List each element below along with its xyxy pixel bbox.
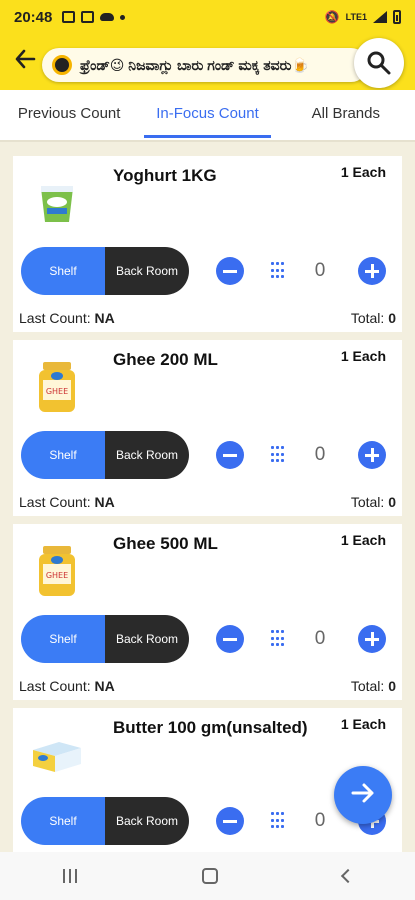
system-nav-bar: [0, 852, 415, 900]
minus-circle-icon[interactable]: [216, 625, 244, 653]
back-room-toggle-button[interactable]: Back Room: [105, 797, 189, 845]
search-button[interactable]: [354, 38, 404, 88]
next-fab-button[interactable]: [334, 766, 392, 824]
product-card: Yoghurt 1KG 1 Each Shelf Back Room 0 Las…: [13, 156, 402, 332]
keypad-icon[interactable]: [271, 446, 285, 464]
total-value: 0: [388, 678, 396, 694]
last-count-value: NA: [94, 494, 115, 510]
keypad-icon[interactable]: [271, 262, 285, 280]
last-count: Last Count: NA: [19, 310, 115, 326]
notification-icon: [62, 11, 76, 23]
tab-bar: Previous Count In-Focus Count All Brands: [0, 90, 415, 140]
count-value[interactable]: 0: [305, 628, 335, 650]
yoghurt-tub-icon: [27, 174, 87, 234]
total: Total: 0: [351, 678, 396, 694]
total-label: Total:: [350, 678, 385, 694]
location-toggle: Shelf Back Room: [21, 247, 189, 295]
back-room-toggle-button[interactable]: Back Room: [105, 615, 189, 663]
plus-circle-icon[interactable]: [358, 625, 386, 653]
product-title: Yoghurt 1KG: [113, 166, 217, 185]
ghee-jar-icon: GHEE: [27, 358, 87, 418]
product-unit: 1 Each: [340, 348, 386, 364]
signal-icon: [373, 11, 387, 23]
tab-in-focus-count[interactable]: In-Focus Count: [138, 90, 276, 140]
last-count: Last Count: NA: [19, 678, 115, 694]
minus-circle-icon[interactable]: [216, 807, 244, 835]
announcement-ticker: ಫ್ರೆಂಡ್😉 ನಿಜವಾಗ್ಲು ಬಾರು ಗಂಡ್ ಮಕ್ಕ ತವರು🍺: [42, 48, 368, 82]
search-icon: [366, 50, 392, 76]
app-header: ಫ್ರೆಂಡ್😉 ನಿಜವಾಗ್ಲು ಬಾರು ಗಂಡ್ ಮಕ್ಕ ತವರು🍺: [0, 34, 415, 90]
total: Total: 0: [351, 310, 396, 326]
notification-icons: [62, 11, 126, 23]
product-title: Butter 100 gm(unsalted): [113, 718, 308, 737]
total-value: 0: [388, 310, 396, 326]
total-label: Total:: [350, 310, 385, 326]
home-icon[interactable]: [201, 868, 218, 884]
count-value[interactable]: 0: [305, 260, 335, 282]
back-icon[interactable]: [340, 868, 355, 884]
butter-pack-icon: [27, 726, 87, 786]
product-title: Ghee 200 ML: [113, 350, 218, 369]
ticker-logo-icon: [52, 55, 72, 75]
mute-icon: 🔕: [324, 10, 340, 24]
battery-icon: [393, 10, 401, 24]
minus-circle-icon[interactable]: [216, 441, 244, 469]
plus-circle-icon[interactable]: [358, 257, 386, 285]
gallery-icon: [81, 11, 95, 23]
last-count-value: NA: [94, 678, 115, 694]
system-icons: 🔕 LTE1: [325, 10, 401, 24]
keypad-icon[interactable]: [271, 630, 285, 648]
last-count-value: NA: [94, 310, 115, 326]
plus-circle-icon[interactable]: [358, 441, 386, 469]
back-arrow-icon[interactable]: [14, 48, 42, 76]
product-unit: 1 Each: [340, 716, 386, 732]
cloud-icon: [100, 13, 115, 21]
tabs-divider: [0, 140, 415, 142]
status-bar: 20:48 🔕 LTE1: [0, 0, 415, 34]
last-count-label: Last Count:: [19, 494, 91, 510]
last-count-label: Last Count:: [19, 678, 91, 694]
total: Total: 0: [351, 494, 396, 510]
dot-icon: [120, 14, 126, 20]
network-label: LTE1: [345, 12, 367, 22]
product-unit: 1 Each: [340, 164, 386, 180]
product-unit: 1 Each: [340, 532, 386, 548]
tab-all-brands[interactable]: All Brands: [277, 90, 415, 140]
status-time: 20:48: [14, 8, 53, 26]
location-toggle: Shelf Back Room: [21, 797, 189, 845]
count-value[interactable]: 0: [305, 810, 335, 832]
shelf-toggle-button[interactable]: Shelf: [21, 247, 105, 295]
arrow-right-icon: [349, 779, 377, 812]
back-room-toggle-button[interactable]: Back Room: [105, 247, 189, 295]
location-toggle: Shelf Back Room: [21, 615, 189, 663]
shelf-toggle-button[interactable]: Shelf: [21, 431, 105, 479]
shelf-toggle-button[interactable]: Shelf: [21, 797, 105, 845]
count-value[interactable]: 0: [305, 444, 335, 466]
last-count: Last Count: NA: [19, 494, 115, 510]
svg-text:GHEE: GHEE: [46, 571, 68, 580]
last-count-label: Last Count:: [19, 310, 91, 326]
shelf-toggle-button[interactable]: Shelf: [21, 615, 105, 663]
minus-circle-icon[interactable]: [216, 257, 244, 285]
location-toggle: Shelf Back Room: [21, 431, 189, 479]
recents-icon[interactable]: [62, 869, 77, 883]
back-room-toggle-button[interactable]: Back Room: [105, 431, 189, 479]
keypad-icon[interactable]: [271, 812, 285, 830]
product-title: Ghee 500 ML: [113, 534, 218, 553]
ticker-text: ಫ್ರೆಂಡ್😉 ನಿಜವಾಗ್ಲು ಬಾರು ಗಂಡ್ ಮಕ್ಕ ತವರು🍺: [80, 56, 309, 73]
total-label: Total:: [350, 494, 385, 510]
total-value: 0: [388, 494, 396, 510]
product-card: GHEE Ghee 200 ML 1 Each Shelf Back Room …: [13, 340, 402, 516]
ghee-jar-icon: GHEE: [27, 542, 87, 602]
product-card: GHEE Ghee 500 ML 1 Each Shelf Back Room …: [13, 524, 402, 700]
tab-previous-count[interactable]: Previous Count: [0, 90, 138, 140]
svg-text:GHEE: GHEE: [46, 387, 68, 396]
